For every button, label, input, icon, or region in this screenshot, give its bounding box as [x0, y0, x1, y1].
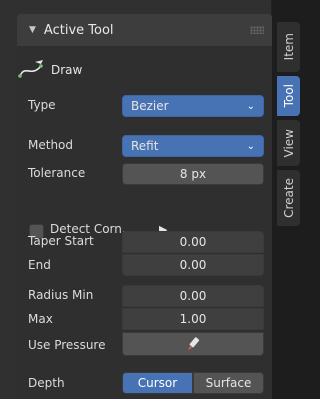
drag-grip-icon[interactable]	[250, 26, 264, 34]
tool-name: Draw	[51, 63, 83, 77]
radius-max-field[interactable]: 1.00	[122, 308, 264, 330]
chevron-down-icon: ⌄	[246, 100, 255, 112]
chevron-down-icon: ⌄	[246, 140, 255, 152]
method-label: Method	[28, 138, 74, 152]
tool-indicator: Draw	[17, 56, 82, 84]
depth-cursor-option[interactable]: Cursor	[122, 372, 193, 394]
taper-end-value: 0.00	[179, 258, 207, 272]
tab-tool-label: Tool	[281, 84, 296, 108]
depth-surface-option[interactable]: Surface	[193, 372, 264, 394]
tab-item[interactable]: Item	[277, 22, 300, 72]
taper-end-field[interactable]: 0.00	[122, 254, 264, 276]
sidebar-tabs: Item Tool View Create	[272, 0, 306, 399]
active-tool-panel: ▼ Active Tool Draw Type Bezier ⌄ Method …	[0, 0, 272, 399]
end-label: End	[28, 258, 51, 272]
type-value: Bezier	[131, 99, 169, 113]
radius-max-value: 1.00	[179, 312, 207, 326]
tolerance-label: Tolerance	[28, 166, 86, 180]
tab-tool[interactable]: Tool	[277, 76, 300, 116]
draw-tool-icon	[18, 60, 43, 78]
tab-view-label: View	[281, 128, 296, 158]
tolerance-value: 8 px	[179, 167, 207, 181]
depth-segmented-control: Cursor Surface	[122, 372, 264, 394]
tab-create-label: Create	[281, 178, 296, 218]
panel-header[interactable]: ▼ Active Tool	[17, 14, 272, 46]
depth-label: Depth	[28, 376, 65, 390]
tab-item-label: Item	[281, 33, 296, 61]
tab-create[interactable]: Create	[277, 170, 300, 226]
taper-start-value: 0.00	[179, 235, 207, 249]
pen-pressure-icon	[188, 337, 200, 350]
max-label: Max	[28, 312, 53, 326]
method-value: Refit	[131, 139, 159, 153]
type-label: Type	[28, 98, 56, 112]
radius-min-label: Radius Min	[28, 288, 94, 302]
tab-view[interactable]: View	[277, 120, 300, 166]
use-pressure-label: Use Pressure	[28, 338, 106, 352]
taper-start-field[interactable]: 0.00	[122, 231, 264, 253]
collapse-triangle-icon[interactable]: ▼	[29, 25, 36, 35]
taper-start-label: Taper Start	[28, 234, 94, 248]
tolerance-field[interactable]: 8 px	[122, 163, 264, 185]
radius-min-field[interactable]: 0.00	[122, 285, 264, 307]
use-pressure-toggle[interactable]	[122, 332, 264, 356]
method-dropdown[interactable]: Refit ⌄	[122, 135, 264, 157]
panel-title: Active Tool	[43, 22, 114, 38]
type-dropdown[interactable]: Bezier ⌄	[122, 95, 264, 117]
radius-min-value: 0.00	[179, 289, 207, 303]
